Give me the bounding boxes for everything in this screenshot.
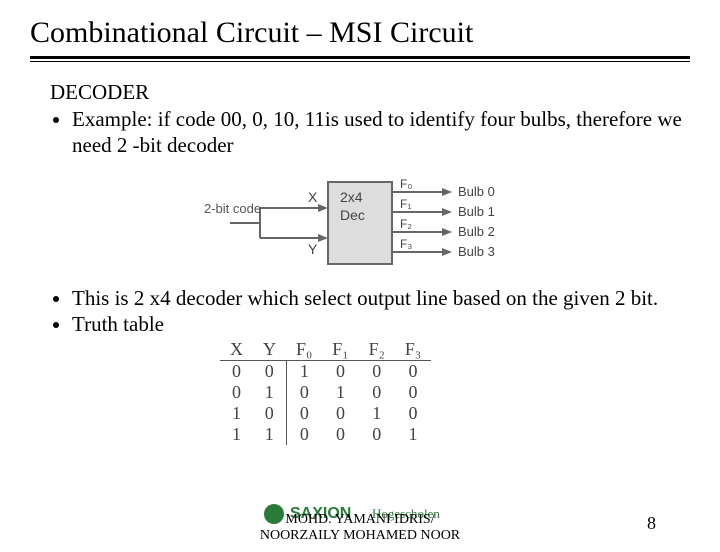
diagram-output-0: F₀ Bulb 0 [392,177,495,199]
page-title: Combinational Circuit – MSI Circuit [30,16,690,50]
diagram-x-label: X [308,189,318,205]
svg-text:Bulb 2: Bulb 2 [458,224,495,239]
diagram-output-2: F₂ Bulb 2 [392,217,495,239]
table-row: 11 0001 [220,424,431,445]
title-rule-thin [30,61,690,62]
table-row: 00 1000 [220,361,431,383]
title-rule [30,56,690,59]
svg-text:Bulb 3: Bulb 3 [458,244,495,259]
svg-text:F₂: F₂ [400,217,412,231]
svg-text:Bulb 1: Bulb 1 [458,204,495,219]
footer: MOHD. YAMANI IDRIS/ NOORZAILY MOHAMED NO… [0,512,720,544]
content-block: DECODER Example: if code 00, 0, 10, 11is… [50,80,690,445]
table-row: 10 0010 [220,403,431,424]
th: X [220,339,253,361]
decoder-diagram: 2-bit code X Y 2x4 Dec F₀ Bulb 0 F₁ Bulb… [200,168,540,278]
th: F₂ [359,339,395,361]
diagram-box-bottom: Dec [340,207,365,223]
diagram-box-top: 2x4 [340,189,363,205]
bullet-list-1: Example: if code 00, 0, 10, 11is used to… [72,107,690,158]
truth-table: X Y F₀ F₁ F₂ F₃ 00 1000 01 010 [220,339,690,445]
bullet-list-2: This is 2 x4 decoder which select output… [72,286,690,337]
th: Y [253,339,286,361]
page-number: 8 [647,513,656,534]
svg-text:F₀: F₀ [400,177,412,191]
table-row: 01 0100 [220,382,431,403]
diagram-y-label: Y [308,241,318,257]
bullet-item: Example: if code 00, 0, 10, 11is used to… [72,107,690,158]
diagram-input-label: 2-bit code [204,201,261,216]
bullet-item: Truth table [72,312,690,338]
diagram-output-1: F₁ Bulb 1 [392,197,495,219]
section-heading: DECODER [50,80,690,105]
th: F₃ [395,339,431,361]
svg-text:F₃: F₃ [400,237,412,251]
bullet-item: This is 2 x4 decoder which select output… [72,286,690,312]
footer-author-1: MOHD. YAMANI IDRIS/ [285,512,434,527]
diagram-output-3: F₃ Bulb 3 [392,237,495,259]
th: F₀ [286,339,322,361]
svg-text:Bulb 0: Bulb 0 [458,184,495,199]
svg-text:F₁: F₁ [400,197,411,211]
th: F₁ [322,339,358,361]
footer-author-2: NOORZAILY MOHAMED NOOR [260,528,460,543]
